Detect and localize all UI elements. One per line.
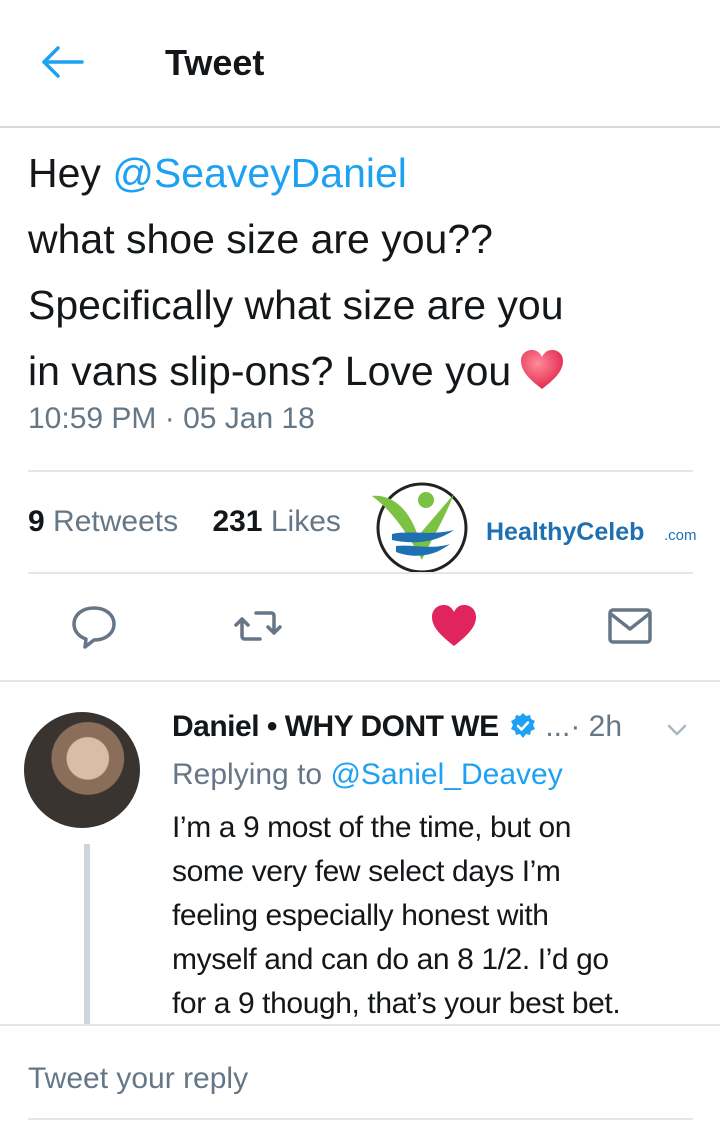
tweet-line-3: Specifically what size are you: [28, 282, 564, 328]
reply-time: ...· 2h: [536, 710, 623, 743]
replying-to: Replying to @Saniel_Deavey: [172, 758, 563, 792]
reply-text: I’m a 9 most of the time, but on some ve…: [172, 806, 697, 1026]
thread-line: [84, 844, 90, 1024]
reply-composer-input[interactable]: Tweet your reply: [28, 1062, 248, 1096]
likes-stat[interactable]: 231 Likes: [212, 505, 340, 538]
healthyceleb-watermark: HealthyCeleb .com: [372, 482, 697, 574]
page-title: Tweet: [165, 42, 265, 83]
back-arrow-icon[interactable]: [40, 44, 84, 80]
likes-label: Likes: [270, 505, 341, 538]
red-heart-emoji-icon: [521, 350, 564, 389]
divider: [28, 1118, 693, 1120]
verified-badge-icon: [510, 713, 535, 738]
retweets-count: 9: [28, 505, 45, 538]
watermark-text: HealthyCeleb: [486, 518, 644, 546]
replying-to-mention[interactable]: @Saniel_Deavey: [330, 758, 562, 791]
tweet-stats: 9 Retweets 231 Likes: [28, 505, 367, 539]
reply-line: I’m a 9 most of the time, but on: [172, 811, 572, 844]
replying-to-label: Replying to: [172, 758, 331, 791]
reply-author-name[interactable]: Daniel • WHY DONT WE: [172, 710, 499, 743]
tweet-line-4: in vans slip-ons? Love you: [28, 338, 698, 404]
chevron-down-icon[interactable]: [666, 722, 688, 738]
reply-line: for a 9 though, that’s your best bet.: [172, 987, 621, 1020]
tweet-line-4-text: in vans slip-ons? Love you: [28, 348, 512, 394]
tweet-timestamp: 10:59 PM · 05 Jan 18: [28, 402, 315, 435]
reply-icon[interactable]: [66, 598, 122, 654]
divider: [0, 680, 720, 682]
reply-header: Daniel • WHY DONT WE ...· 2h: [172, 710, 622, 744]
retweets-stat[interactable]: 9 Retweets: [28, 505, 178, 538]
direct-message-icon[interactable]: [602, 598, 658, 654]
tweet-text: Hey @SeaveyDaniel what shoe size are you…: [28, 140, 698, 404]
tweet-line-1-prefix: Hey: [28, 150, 113, 196]
reply-tweet[interactable]: Daniel • WHY DONT WE ...· 2h Replying to…: [0, 684, 720, 1024]
mention-link[interactable]: @SeaveyDaniel: [112, 150, 407, 196]
likes-count: 231: [212, 505, 263, 538]
avatar[interactable]: [24, 712, 140, 828]
like-heart-icon[interactable]: [426, 598, 482, 654]
reply-line: some very few select days I’m: [172, 855, 561, 888]
divider: [28, 572, 693, 574]
retweets-label: Retweets: [53, 505, 179, 538]
reply-line: myself and can do an 8 1/2. I’d go: [172, 943, 609, 976]
divider: [0, 1024, 720, 1026]
reply-line: feeling especially honest with: [172, 899, 549, 932]
header-divider: [0, 126, 720, 128]
tweet-actions: [0, 598, 720, 662]
tweet-line-2: what shoe size are you??: [28, 216, 493, 262]
divider: [28, 470, 693, 472]
watermark-suffix: .com: [664, 527, 697, 544]
retweet-icon[interactable]: [230, 598, 286, 654]
tweet-line-1: Hey @SeaveyDaniel: [28, 140, 698, 206]
top-bar: Tweet: [0, 0, 720, 128]
